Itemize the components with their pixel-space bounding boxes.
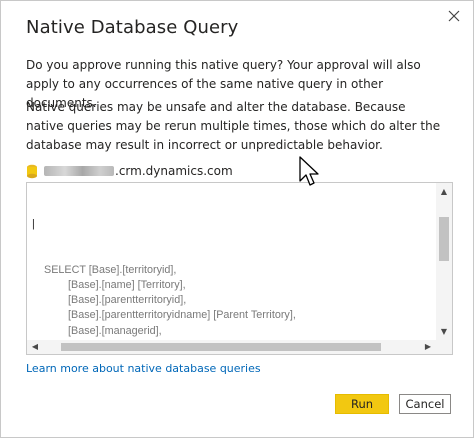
- text-caret: |: [32, 218, 35, 231]
- cancel-button[interactable]: Cancel: [399, 394, 451, 414]
- native-query-dialog: Native Database Query Do you approve run…: [0, 0, 474, 438]
- scroll-down-icon[interactable]: ▼: [436, 327, 452, 336]
- database-icon: [27, 164, 37, 178]
- query-line: SELECT [Base].[territoryid],: [32, 263, 177, 276]
- data-source-url: .crm.dynamics.com: [115, 164, 233, 178]
- horizontal-scrollbar[interactable]: ◀ ▶: [27, 340, 436, 354]
- warning-message: Native queries may be unsafe and alter t…: [26, 100, 441, 152]
- query-text[interactable]: | SELECT [Base].[territoryid], [Base].[n…: [32, 187, 434, 339]
- query-line: [Base].[parentterritoryidname] [Parent T…: [32, 309, 296, 322]
- redacted-server-name: [44, 166, 114, 176]
- scroll-up-icon[interactable]: ▲: [436, 187, 452, 196]
- run-button[interactable]: Run: [335, 394, 389, 414]
- query-line: [Base].[name] [Territory],: [32, 279, 186, 292]
- query-lines: SELECT [Base].[territoryid], [Base].[nam…: [32, 263, 434, 339]
- scroll-left-icon[interactable]: ◀: [27, 342, 43, 351]
- mouse-pointer-icon: [299, 156, 319, 186]
- query-line: [Base].[managerid],: [32, 324, 162, 337]
- learn-more-link[interactable]: Learn more about native database queries: [26, 362, 261, 375]
- vertical-scroll-thumb[interactable]: [439, 217, 449, 261]
- query-textbox[interactable]: | SELECT [Base].[territoryid], [Base].[n…: [26, 182, 453, 355]
- horizontal-scroll-thumb[interactable]: [61, 343, 381, 351]
- close-button[interactable]: [441, 5, 467, 27]
- data-source-row: .crm.dynamics.com: [26, 162, 233, 180]
- scrollbar-corner: [436, 340, 452, 354]
- dialog-title: Native Database Query: [26, 17, 239, 38]
- vertical-scrollbar[interactable]: ▲ ▼: [436, 183, 452, 340]
- query-line: [Base].[parentterritoryid],: [32, 294, 187, 307]
- scroll-right-icon[interactable]: ▶: [420, 342, 436, 351]
- close-icon: [448, 10, 460, 22]
